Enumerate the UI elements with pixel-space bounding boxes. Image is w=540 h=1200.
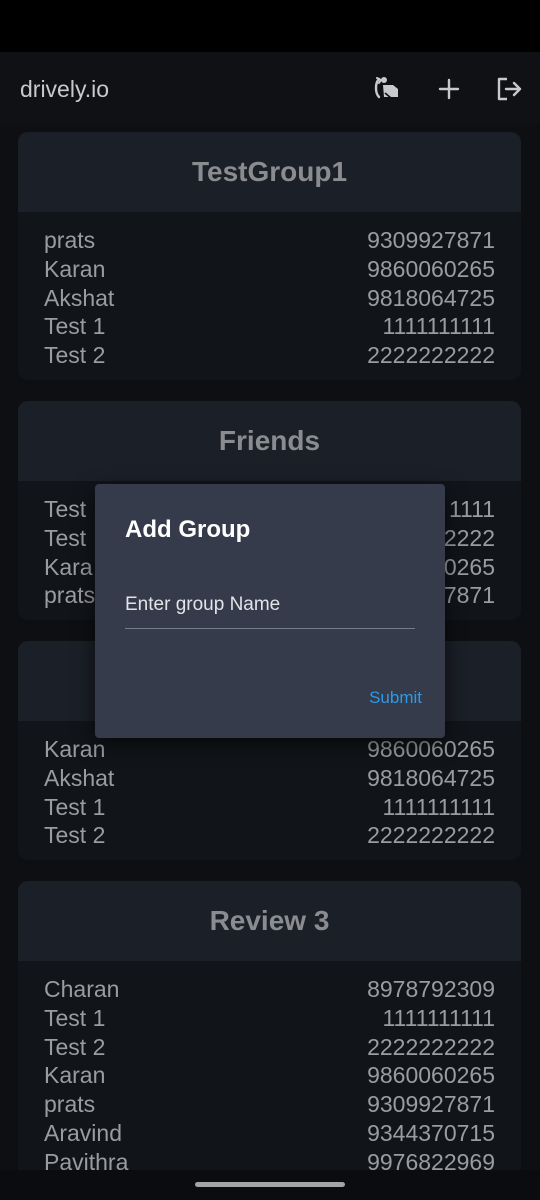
member-phone: 9976822969	[367, 1148, 495, 1170]
app-bar: drively.io	[0, 52, 540, 124]
member-phone: 9818064725	[367, 284, 495, 311]
member-row: Akshat 9818064725	[44, 764, 495, 793]
member-phone: 9860060265	[367, 1062, 495, 1089]
add-icon[interactable]	[432, 72, 466, 106]
group-title: Friends	[218, 425, 321, 456]
member-row: Karan 9860060265	[44, 735, 495, 764]
group-card[interactable]: TestGroup1 prats 9309927871 Karan 98600602…	[18, 132, 521, 380]
member-row: Charan 8978792309	[44, 975, 495, 1004]
member-name: Test 1	[44, 313, 106, 340]
group-title: TestGroup1	[191, 156, 348, 187]
member-phone: 9309927871	[367, 227, 495, 253]
dialog-title: Add Group	[125, 516, 251, 543]
member-list: prats 9309927871 Karan 9860060265 Akshat 98…	[18, 212, 521, 370]
member-phone: 9344370715	[367, 1119, 495, 1146]
submit-button[interactable]: Submit	[369, 688, 422, 708]
add-group-dialog: Add Group Submit	[95, 484, 445, 738]
member-row: prats 9309927871	[44, 1090, 495, 1119]
group-title: Review 3	[209, 905, 330, 936]
member-phone: 1111111111	[382, 313, 495, 340]
logout-icon[interactable]	[492, 72, 526, 106]
member-name: Akshat	[44, 284, 115, 311]
member-list: Charan 8978792309 Test 1 1111111111 Test 2…	[18, 961, 521, 1170]
member-phone: 0265	[443, 553, 495, 580]
member-name: Test 2	[44, 342, 106, 369]
member-row: Aravind 9344370715	[44, 1119, 495, 1148]
member-name: Akshat	[44, 764, 115, 791]
member-row: Test 2 2222222222	[44, 1033, 495, 1062]
group-header: TestGroup1	[18, 132, 521, 212]
member-list: Karan 9860060265 Akshat 9818064725 Test 1 1…	[18, 721, 521, 850]
member-phone: 9860060265	[367, 255, 495, 282]
gesture-handle[interactable]	[195, 1182, 345, 1187]
member-phone: 2222222222	[367, 822, 495, 849]
member-row: Test 1 1111111111	[44, 793, 495, 822]
member-name: Karan	[44, 1062, 106, 1089]
member-phone: 9818064725	[367, 764, 495, 791]
member-phone: 2222222222	[367, 1033, 495, 1060]
member-phone: 2222	[443, 524, 495, 551]
member-name: Test 1	[44, 1004, 106, 1031]
member-phone: 1111111111	[382, 793, 495, 820]
member-name: Test 2	[44, 822, 106, 849]
member-name: Aravind	[44, 1119, 122, 1146]
member-phone: 1111	[448, 496, 495, 522]
member-phone: 9860060265	[367, 736, 495, 762]
member-name: Karan	[44, 255, 106, 282]
group-header: Review 3	[18, 881, 521, 961]
member-name: Karan	[44, 736, 106, 762]
member-name: prats	[44, 1091, 96, 1118]
member-row: Akshat 9818064725	[44, 284, 495, 313]
group-header: Friends	[18, 401, 521, 481]
steering-wheel-icon[interactable]	[370, 72, 404, 106]
member-row: Test 1 1111111111	[44, 1004, 495, 1033]
member-name: Test	[44, 496, 87, 522]
member-row: Karan 9860060265	[44, 255, 495, 284]
member-row: Test 1 1111111111	[44, 312, 495, 341]
member-name: Test 2	[44, 1033, 106, 1060]
member-phone: 2222222222	[367, 342, 495, 369]
group-card[interactable]: Review 3 Charan 8978792309 Test 1 11111111…	[18, 881, 521, 1170]
navigation-bar	[0, 1170, 540, 1200]
member-row: Pavithra 9976822969	[44, 1148, 495, 1170]
member-phone: 7871	[443, 582, 495, 609]
member-name: prats	[44, 227, 96, 253]
member-row: prats 9309927871	[44, 226, 495, 255]
member-phone: 1111111111	[382, 1004, 495, 1031]
member-name: Test	[44, 524, 87, 551]
member-name: Kara	[44, 553, 93, 580]
status-bar	[0, 0, 540, 52]
app-brand: drively.io	[20, 76, 110, 102]
member-phone: 9309927871	[367, 1091, 495, 1118]
member-phone: 8978792309	[367, 976, 495, 1002]
member-row: Karan 9860060265	[44, 1061, 495, 1090]
member-row: Test 2 2222222222	[44, 341, 495, 370]
member-name: prats	[44, 582, 96, 609]
member-name: Charan	[44, 976, 120, 1002]
member-name: Test 1	[44, 793, 106, 820]
member-name: Pavithra	[44, 1148, 129, 1170]
group-name-input[interactable]	[125, 582, 415, 629]
member-row: Test 2 2222222222	[44, 821, 495, 850]
